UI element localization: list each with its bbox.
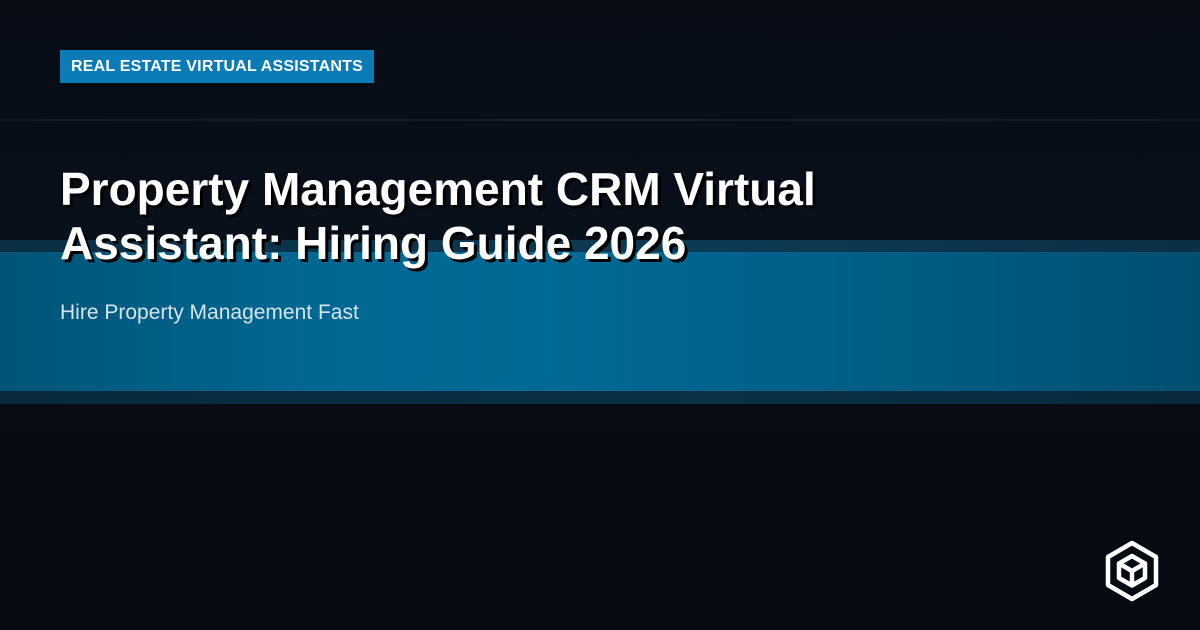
page-subtitle: Hire Property Management Fast <box>60 301 359 324</box>
background-bottom <box>0 404 1200 630</box>
page-title: Property Management CRM Virtual Assistan… <box>60 163 816 269</box>
background-divider-line <box>0 119 1200 121</box>
og-card: REAL ESTATE VIRTUAL ASSISTANTS Property … <box>0 0 1200 630</box>
band-bottom-edge <box>0 391 1200 404</box>
isometric-box-logo-icon <box>1105 540 1159 602</box>
category-badge: REAL ESTATE VIRTUAL ASSISTANTS <box>60 50 374 83</box>
